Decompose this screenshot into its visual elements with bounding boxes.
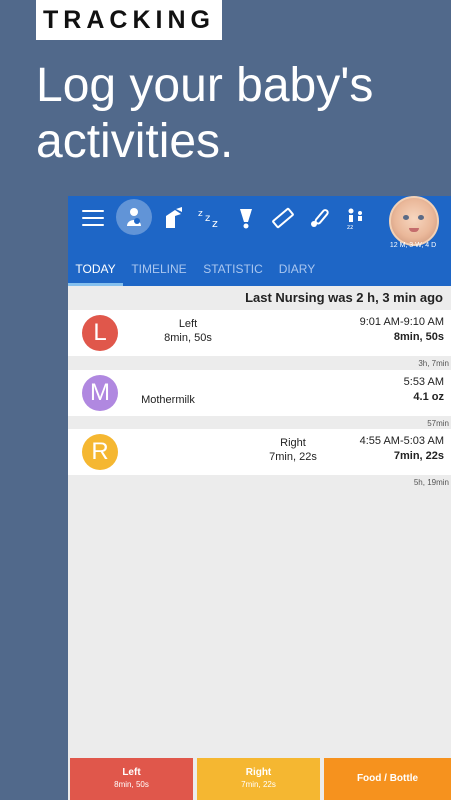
promo-headline: Log your baby's activities. — [36, 59, 374, 168]
ruler-icon[interactable] — [269, 201, 297, 235]
tab-statistic[interactable]: STATISTIC — [198, 261, 268, 286]
button-label: Left — [122, 767, 141, 778]
app-bar: zzz zz 12 M, 3 W, 4 D TODAY TIMELINE STA… — [68, 196, 451, 286]
svg-text:z: z — [198, 209, 203, 219]
entry-label: Right — [280, 437, 306, 449]
activity-entry-mothermilk[interactable]: M Mothermilk 5:53 AM 4.1 oz — [68, 370, 451, 416]
entry-time: 5:53 AM — [403, 376, 444, 388]
menu-icon[interactable] — [82, 210, 104, 226]
button-sub: 8min, 50s — [114, 780, 149, 789]
left-nursing-button[interactable]: Left 8min, 50s — [70, 758, 193, 800]
tab-bar: TODAY TIMELINE STATISTIC DIARY — [68, 256, 451, 286]
tab-today[interactable]: TODAY — [68, 261, 123, 286]
interval-label: 3h, 7min — [418, 359, 449, 368]
medicine-icon[interactable]: zz — [342, 201, 370, 235]
nursing-icon[interactable] — [116, 199, 152, 235]
entry-label: Left — [178, 318, 198, 330]
button-label: Food / Bottle — [356, 773, 419, 784]
app-screen: zzz zz 12 M, 3 W, 4 D TODAY TIMELINE STA… — [68, 196, 451, 800]
right-nursing-button[interactable]: Right 7min, 22s — [197, 758, 320, 800]
entry-label: Mothermilk — [141, 394, 195, 406]
entry-time: 9:01 AM-9:10 AM — [359, 316, 444, 328]
svg-text:z: z — [212, 217, 218, 230]
entry-time: 4:55 AM-5:03 AM — [359, 435, 444, 447]
svg-text:z: z — [205, 213, 210, 224]
interval-label: 5h, 19min — [413, 478, 449, 487]
bottle-icon[interactable] — [160, 201, 188, 235]
tracking-badge: TRACKING — [36, 0, 222, 40]
baby-avatar[interactable] — [389, 196, 439, 246]
entry-amount: 7min, 22s — [393, 450, 444, 462]
activity-entry-right[interactable]: R Right 7min, 22s 4:55 AM-5:03 AM 7min, … — [68, 429, 451, 475]
button-sub: 7min, 22s — [241, 780, 276, 789]
activity-entry-left[interactable]: L Left 8min, 50s 9:01 AM-9:10 AM 8min, 5… — [68, 310, 451, 356]
entry-amount: 4.1 oz — [413, 391, 444, 403]
tab-diary[interactable]: DIARY — [274, 261, 320, 286]
entry-letter-badge: R — [82, 434, 118, 470]
entry-amount: 8min, 50s — [393, 331, 444, 343]
last-nursing-status: Last Nursing was 2 h, 3 min ago — [245, 290, 443, 305]
entry-letter-badge: L — [82, 315, 118, 351]
quick-add-bar: Left 8min, 50s Right 7min, 22s Food / Bo… — [70, 758, 451, 800]
entry-letter-badge: M — [82, 375, 118, 411]
interval-label: 57min — [427, 419, 449, 428]
entry-detail: 8min, 50s — [164, 332, 212, 344]
thermometer-icon[interactable] — [306, 201, 334, 235]
entry-detail: 7min, 22s — [269, 451, 317, 463]
svg-text:zz: zz — [347, 224, 353, 230]
food-bottle-button[interactable]: Food / Bottle — [324, 758, 451, 800]
button-label: Right — [245, 767, 272, 778]
diaper-icon[interactable] — [232, 201, 260, 235]
sleep-icon[interactable]: zzz — [195, 201, 223, 235]
tab-timeline[interactable]: TIMELINE — [126, 261, 192, 286]
baby-age: 12 M, 3 W, 4 D — [389, 242, 437, 249]
